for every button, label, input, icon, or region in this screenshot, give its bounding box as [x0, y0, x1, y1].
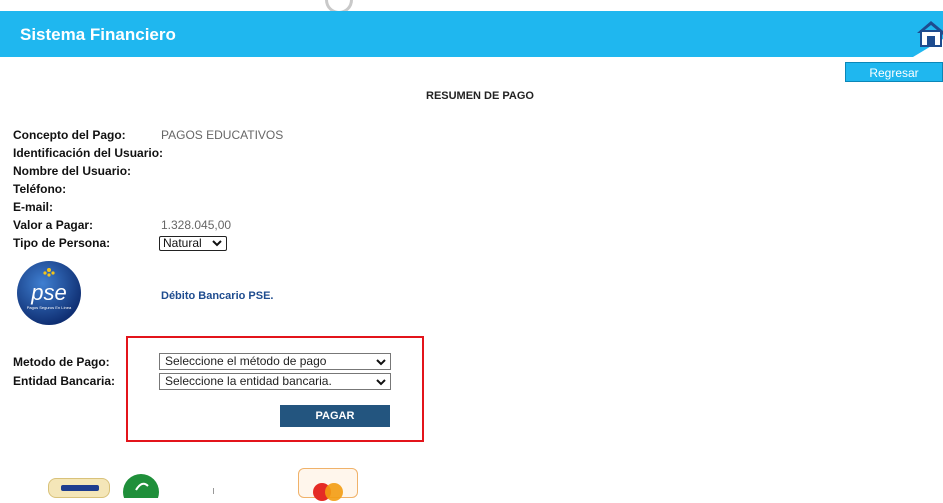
payment-method-selected: Seleccione el método de pago — [165, 354, 327, 368]
concept-value: PAGOS EDUCATIVOS — [161, 128, 284, 142]
chevron-down-icon — [376, 379, 386, 386]
pay-button[interactable]: PAGAR — [280, 405, 390, 427]
app-title: Sistema Financiero — [20, 25, 176, 44]
amount-label: Valor a Pagar: — [13, 218, 94, 232]
logo-separator — [213, 488, 214, 494]
pse-logo: pse Pagos Seguros En Línea — [16, 260, 82, 326]
concept-label: Concepto del Pago: — [13, 128, 126, 142]
visa-logo — [48, 478, 110, 498]
payment-method-label: Metodo de Pago: — [13, 355, 110, 369]
top-spacer — [0, 0, 943, 11]
summary-title: RESUMEN DE PAGO — [426, 90, 534, 102]
email-label: E-mail: — [13, 200, 54, 214]
amount-value: 1.328.045,00 — [161, 218, 232, 232]
pse-logo-text: pse — [30, 280, 66, 305]
user-name-label: Nombre del Usuario: — [13, 164, 132, 178]
mastercard-logo — [298, 468, 358, 501]
phone-label: Teléfono: — [13, 182, 67, 196]
person-type-select[interactable]: Natural — [159, 236, 227, 251]
person-type-selected: Natural — [163, 236, 202, 250]
person-type-label: Tipo de Persona: — [13, 236, 111, 250]
home-icon[interactable] — [903, 11, 943, 57]
app-header: Sistema Financiero — [0, 11, 943, 57]
chevron-down-icon — [212, 240, 222, 247]
pse-logo-subtext: Pagos Seguros En Línea — [27, 305, 72, 310]
diners-logo — [122, 470, 160, 503]
chevron-down-icon — [376, 359, 386, 366]
bank-select[interactable]: Seleccione la entidad bancaria. — [159, 373, 391, 390]
back-button[interactable]: Regresar — [845, 62, 943, 82]
user-id-label: Identificación del Usuario: — [13, 146, 164, 160]
payment-method-select[interactable]: Seleccione el método de pago — [159, 353, 391, 370]
pse-label: Débito Bancario PSE. — [161, 290, 274, 302]
bank-selected: Seleccione la entidad bancaria. — [165, 374, 332, 388]
bank-label: Entidad Bancaria: — [13, 374, 116, 388]
